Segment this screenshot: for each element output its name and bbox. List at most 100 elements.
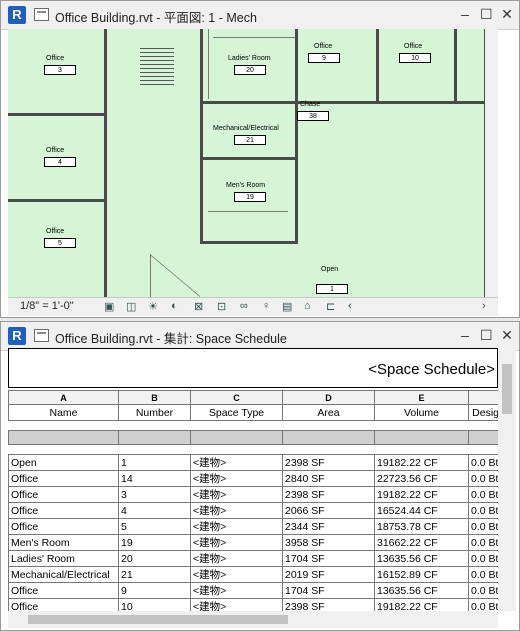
lock-view-icon[interactable]: ▤: [282, 300, 292, 313]
table-cell[interactable]: 22723.56 CF: [374, 470, 469, 487]
schedule-titlebar[interactable]: R Office Building.rvt - 集計: Space Schedu…: [1, 322, 519, 351]
temporary-hide-icon[interactable]: ∞: [240, 300, 248, 312]
table-cell[interactable]: 3: [118, 486, 191, 503]
table-row[interactable]: Office3<建物>2398 SF19182.22 CF0.0 Btu: [8, 486, 498, 503]
table-cell[interactable]: 21: [118, 566, 191, 583]
table-cell[interactable]: 2344 SF: [282, 518, 375, 535]
table-cell[interactable]: 1704 SF: [282, 550, 375, 567]
column-header[interactable]: Number: [118, 404, 191, 421]
table-cell[interactable]: 1: [118, 454, 191, 471]
table-cell[interactable]: 14: [118, 470, 191, 487]
room-tag[interactable]: 20: [234, 65, 266, 75]
table-cell[interactable]: 0.0 Btu: [468, 566, 498, 583]
analytical-model-icon[interactable]: ⌂: [304, 300, 311, 312]
plan-vertical-scrollbar[interactable]: [485, 29, 498, 297]
table-cell[interactable]: 19182.22 CF: [374, 598, 469, 611]
table-cell[interactable]: 31662.22 CF: [374, 534, 469, 551]
plan-view-titlebar[interactable]: R Office Building.rvt - 平面図: 1 - Mech – …: [1, 1, 519, 30]
room-tag[interactable]: 38: [297, 111, 329, 121]
room-tag[interactable]: 19: [234, 192, 266, 202]
table-cell[interactable]: 5: [118, 518, 191, 535]
room-tag[interactable]: 21: [234, 135, 266, 145]
close-button[interactable]: ✕: [501, 6, 513, 23]
table-cell[interactable]: <建物>: [190, 582, 283, 599]
table-cell[interactable]: Office: [8, 502, 119, 519]
table-cell[interactable]: 13635.56 CF: [374, 550, 469, 567]
table-cell[interactable]: 2066 SF: [282, 502, 375, 519]
shadows-icon[interactable]: ◐: [171, 300, 178, 312]
table-cell[interactable]: Ladies' Room: [8, 550, 119, 567]
table-cell[interactable]: 2398 SF: [282, 598, 375, 611]
table-cell[interactable]: Office: [8, 486, 119, 503]
table-cell[interactable]: Office: [8, 518, 119, 535]
table-cell[interactable]: 0.0 Btu: [468, 534, 498, 551]
table-cell[interactable]: 20: [118, 550, 191, 567]
table-cell[interactable]: 2840 SF: [282, 470, 375, 487]
room-tag[interactable]: 9: [308, 53, 340, 63]
table-row[interactable]: Office4<建物>2066 SF16524.44 CF0.0 Btu: [8, 502, 498, 519]
scroll-thumb[interactable]: [502, 364, 512, 414]
reveal-hidden-icon[interactable]: ♀: [262, 300, 270, 312]
table-cell[interactable]: 10: [118, 598, 191, 611]
column-letter[interactable]: E: [374, 390, 469, 405]
schedule-title-cell[interactable]: <Space Schedule>: [8, 348, 498, 388]
table-cell[interactable]: <建物>: [190, 598, 283, 611]
table-cell[interactable]: 18753.78 CF: [374, 518, 469, 535]
minimize-button[interactable]: –: [459, 327, 471, 344]
schedule-horizontal-scrollbar[interactable]: [8, 611, 498, 628]
table-cell[interactable]: Office: [8, 582, 119, 599]
highlight-displacement-icon[interactable]: ⊏: [326, 300, 335, 313]
table-row[interactable]: Office9<建物>1704 SF13635.56 CF0.0 Btu: [8, 582, 498, 599]
table-cell[interactable]: 2398 SF: [282, 486, 375, 503]
minimize-button[interactable]: –: [459, 6, 471, 23]
column-letter[interactable]: C: [190, 390, 283, 405]
table-cell[interactable]: 3958 SF: [282, 534, 375, 551]
table-cell[interactable]: 16524.44 CF: [374, 502, 469, 519]
table-cell[interactable]: Open: [8, 454, 119, 471]
room-tag[interactable]: 3: [44, 65, 76, 75]
table-cell[interactable]: 2398 SF: [282, 454, 375, 471]
column-header[interactable]: Design: [468, 404, 498, 421]
column-header[interactable]: Name: [8, 404, 119, 421]
table-row[interactable]: Office5<建物>2344 SF18753.78 CF0.0 Btu: [8, 518, 498, 535]
room-tag[interactable]: 5: [44, 238, 76, 248]
table-cell[interactable]: 0.0 Btu: [468, 582, 498, 599]
scroll-thumb[interactable]: [28, 615, 288, 624]
table-row[interactable]: Men's Room19<建物>3958 SF31662.22 CF0.0 Bt…: [8, 534, 498, 551]
table-cell[interactable]: 1704 SF: [282, 582, 375, 599]
room-tag[interactable]: 4: [44, 157, 76, 167]
table-cell[interactable]: 0.0 Btu: [468, 518, 498, 535]
close-button[interactable]: ✕: [501, 327, 513, 344]
column-header[interactable]: Area: [282, 404, 375, 421]
table-cell[interactable]: <建物>: [190, 470, 283, 487]
table-cell[interactable]: 0.0 Btu: [468, 598, 498, 611]
table-row[interactable]: Mechanical/Electrical 21 <建物> 2019 SF 16152.…: [8, 566, 498, 583]
table-cell[interactable]: Men's Room: [8, 534, 119, 551]
table-cell[interactable]: 13635.56 CF: [374, 582, 469, 599]
table-cell[interactable]: 16152.89 CF: [374, 566, 469, 583]
table-cell[interactable]: <建物>: [190, 534, 283, 551]
table-cell[interactable]: 19182.22 CF: [374, 454, 469, 471]
floor-plan-canvas[interactable]: Office 3 Office 4 Office 5 Ladies' Room …: [8, 29, 498, 297]
table-cell[interactable]: 4: [118, 502, 191, 519]
space-schedule-table[interactable]: A B C D E Name Number Space Type Area Vo…: [8, 390, 498, 611]
maximize-button[interactable]: ☐: [480, 327, 493, 344]
schedule-grid[interactable]: <Space Schedule> A B C D E Name Number S…: [8, 348, 498, 611]
table-cell[interactable]: 0.0 Btu: [468, 454, 498, 471]
table-cell[interactable]: <建物>: [190, 566, 283, 583]
table-cell[interactable]: 19182.22 CF: [374, 486, 469, 503]
visual-style-icon[interactable]: ◫: [126, 300, 136, 313]
column-letter[interactable]: D: [282, 390, 375, 405]
room-tag[interactable]: 10: [399, 53, 431, 63]
table-cell[interactable]: 0.0 Btu: [468, 470, 498, 487]
column-letter[interactable]: A: [8, 390, 119, 405]
table-cell[interactable]: <建物>: [190, 518, 283, 535]
table-cell[interactable]: <建物>: [190, 502, 283, 519]
table-cell[interactable]: 0.0 Btu: [468, 550, 498, 567]
table-cell[interactable]: <建物>: [190, 486, 283, 503]
table-cell[interactable]: Mechanical/Electrical: [8, 566, 119, 583]
table-cell[interactable]: 0.0 Btu: [468, 486, 498, 503]
table-cell[interactable]: 0.0 Btu: [468, 502, 498, 519]
column-header[interactable]: Volume: [374, 404, 469, 421]
schedule-vertical-scrollbar[interactable]: [498, 348, 516, 611]
